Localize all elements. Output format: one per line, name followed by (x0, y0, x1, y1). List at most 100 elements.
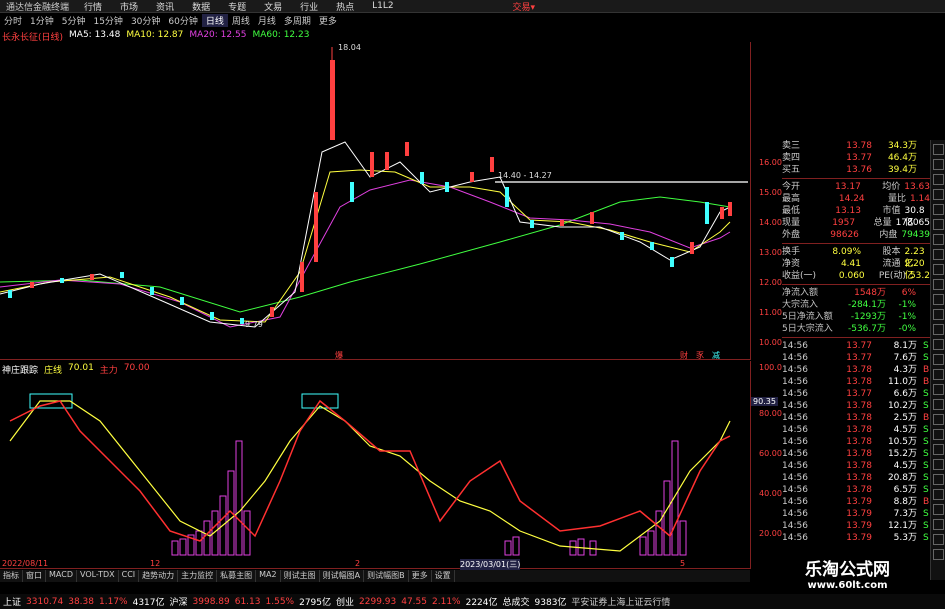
zhuang-line (9, 400, 731, 552)
tab-zhuli[interactable]: 主力监控 (178, 570, 218, 582)
side-tool-icon[interactable] (933, 324, 944, 335)
index-sh-value: 3310.74 (26, 596, 64, 607)
kline-chart[interactable]: 18.04 9.79 14.40 - 14.27 爆 财 豕 减 (0, 42, 750, 360)
side-tool-icon[interactable] (933, 219, 944, 230)
side-tool-icon[interactable] (933, 474, 944, 485)
price-tick: 11.00 (759, 308, 782, 317)
period-5min[interactable]: 5分钟 (58, 14, 90, 27)
tick-row: 14:56 13.78 4.5万 S (782, 424, 930, 436)
period-fenshi[interactable]: 分时 (0, 14, 26, 27)
menu-item-redian[interactable]: 热点 (327, 0, 363, 13)
index-cy-pct: 2.11% (432, 596, 461, 607)
menu-item-zixun[interactable]: 资讯 (147, 0, 183, 13)
tab-settings[interactable]: 设置 (432, 570, 455, 582)
side-tool-icon[interactable] (933, 174, 944, 185)
tab-more[interactable]: 更多 (409, 570, 432, 582)
tab-ceshi-main[interactable]: 则试主图 (281, 570, 320, 582)
tick-time: 14:56 (782, 533, 808, 543)
side-tool-icon[interactable] (933, 534, 944, 545)
side-tool-icon[interactable] (933, 399, 944, 410)
tab-ceshi-a[interactable]: 则试幅图A (320, 570, 365, 582)
tab-ma2[interactable]: MA2 (256, 570, 281, 582)
menu-item-l1l2[interactable]: L1L2 (363, 1, 402, 11)
side-tool-icon[interactable] (933, 489, 944, 500)
side-tool-icon[interactable] (933, 354, 944, 365)
stat-label: 量比 (887, 194, 906, 204)
side-tool-icon[interactable] (933, 414, 944, 425)
trade-button[interactable]: 交易▾ (512, 0, 535, 13)
tab-cci[interactable]: CCI (119, 570, 140, 582)
candle (60, 278, 64, 283)
tick-vol: 5.3万 (893, 533, 917, 543)
side-tool-icon[interactable] (933, 339, 944, 350)
tick-side: S (923, 401, 929, 411)
period-multi[interactable]: 多周期 (280, 14, 315, 27)
side-tool-icon[interactable] (933, 429, 944, 440)
menu-item-zhuanti[interactable]: 专题 (219, 0, 255, 13)
side-tool-icon[interactable] (933, 264, 944, 275)
side-tool-icon[interactable] (933, 249, 944, 260)
tick-side: S (923, 533, 929, 543)
flow-label: 5日大宗流入 (782, 324, 833, 334)
flow-pct: -1% (898, 300, 916, 310)
tab-macd[interactable]: MACD (46, 570, 77, 582)
index-sh-label[interactable]: 上证 (3, 595, 21, 608)
side-tool-icon[interactable] (933, 234, 944, 245)
menu-item-hangye[interactable]: 行业 (291, 0, 327, 13)
tab-chuangkou[interactable]: 窗口 (23, 570, 46, 582)
tick-price: 13.78 (846, 449, 872, 459)
period-monthly[interactable]: 月线 (254, 14, 280, 27)
tick-side: S (923, 521, 929, 531)
menu-item-shichang[interactable]: 市场 (111, 0, 147, 13)
side-tool-icon[interactable] (933, 144, 944, 155)
tick-vol: 6.5万 (893, 485, 917, 495)
index-sz-label[interactable]: 沪深 (170, 595, 188, 608)
stat-row: 外盘 98626 内盘 79439 (782, 229, 930, 241)
side-tool-icon[interactable] (933, 159, 944, 170)
side-tool-icon[interactable] (933, 309, 944, 320)
date-tick-12: 12 (150, 559, 161, 568)
menu-item-shuju[interactable]: 数据 (183, 0, 219, 13)
menu-item-hangqing[interactable]: 行情 (75, 0, 111, 13)
period-weekly[interactable]: 周线 (228, 14, 254, 27)
side-tool-icon[interactable] (933, 444, 944, 455)
candle (445, 182, 449, 192)
period-15min[interactable]: 15分钟 (89, 14, 126, 27)
period-1min[interactable]: 1分钟 (26, 14, 58, 27)
side-tool-icon[interactable] (933, 279, 944, 290)
menu-item-wenyi[interactable]: 文易 (255, 0, 291, 13)
side-tool-icon[interactable] (933, 384, 944, 395)
tick-list[interactable]: 14:56 13.77 8.1万 S 14:56 13.77 7.6万 S 14:56 13.78… (782, 340, 930, 544)
side-tool-icon[interactable] (933, 504, 944, 515)
period-daily[interactable]: 日线 (201, 14, 228, 27)
tick-side: S (923, 389, 929, 399)
side-tool-icon[interactable] (933, 189, 944, 200)
period-more[interactable]: 更多 (315, 14, 341, 27)
tab-qushi[interactable]: 趋势动力 (139, 570, 179, 582)
period-60min[interactable]: 60分钟 (164, 14, 201, 27)
tick-side: S (923, 449, 929, 459)
candle (350, 182, 354, 202)
side-tool-icon[interactable] (933, 204, 944, 215)
tab-ceshi-b[interactable]: 则试幅图B (364, 570, 409, 582)
candle (210, 312, 214, 320)
side-tool-icon[interactable] (933, 519, 944, 530)
period-30min[interactable]: 30分钟 (127, 14, 164, 27)
tick-row: 14:56 13.78 4.3万 B (782, 364, 930, 376)
indicator-tick: 80.00 (759, 409, 782, 418)
tab-vol[interactable]: VOL-TDX (77, 570, 119, 582)
index-cy-label[interactable]: 创业 (336, 595, 354, 608)
stat-label: 最低 (782, 206, 801, 216)
stock-name: 长永长征(日线) (2, 33, 64, 43)
side-tool-icon[interactable] (933, 369, 944, 380)
indicator-panel[interactable]: 神庄跟踪 庄线 70.01 主力 70.00 (0, 361, 750, 569)
side-tool-icon[interactable] (933, 459, 944, 470)
candle (705, 202, 709, 224)
side-tool-icon[interactable] (933, 294, 944, 305)
tick-vol: 10.5万 (887, 437, 917, 447)
tab-zhibiao[interactable]: 指标 (0, 570, 23, 582)
quote-panel: 卖三 13.78 34.3万 卖四 13.77 46.4万 买五 13.76 39.4万 今… (782, 140, 930, 560)
index-sz-pct: 1.55% (265, 596, 295, 607)
event-bao: 爆 (335, 350, 343, 360)
tab-simu[interactable]: 私募主图 (217, 570, 257, 582)
